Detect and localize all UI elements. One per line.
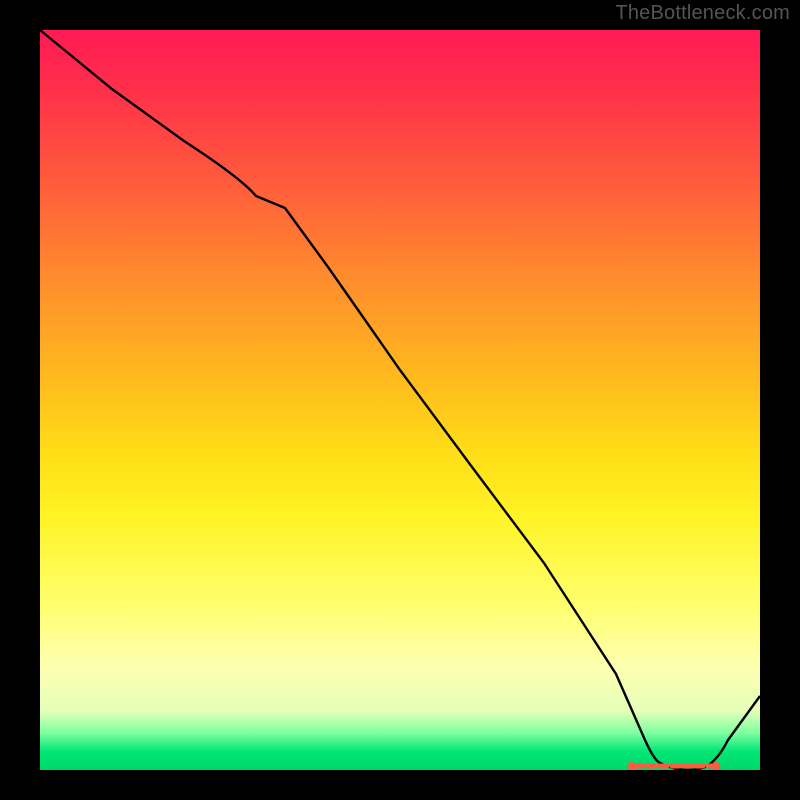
plot-area <box>40 30 760 770</box>
chart-svg <box>40 30 760 770</box>
bottleneck-curve <box>40 30 760 770</box>
watermark-text: TheBottleneck.com <box>615 2 790 25</box>
chart-frame: TheBottleneck.com <box>0 0 800 800</box>
